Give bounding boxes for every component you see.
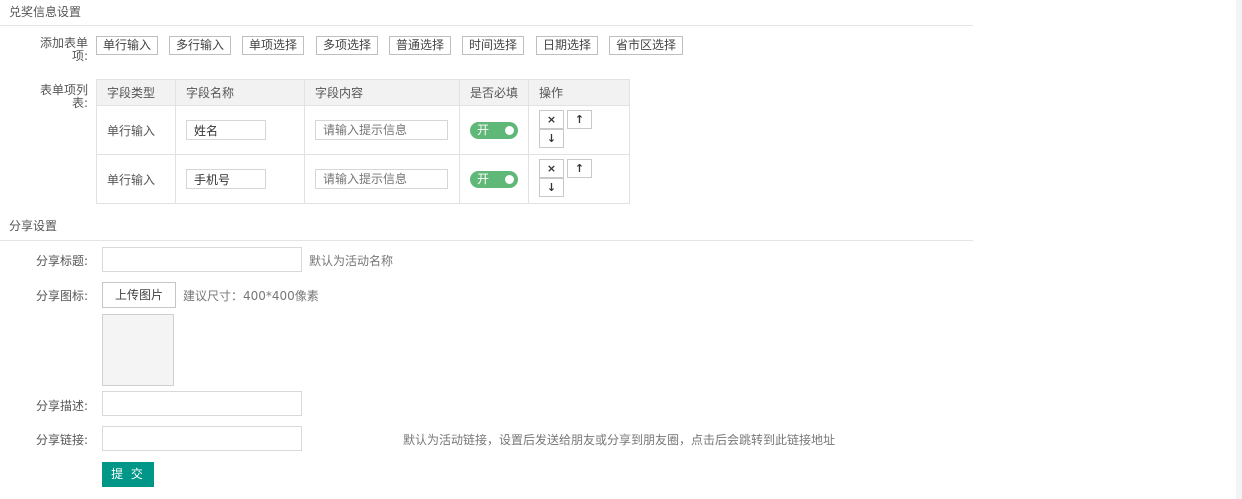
field-content-cell: [304, 105, 460, 155]
share-icon-hint: 建议尺寸：400*400像素: [183, 289, 319, 303]
submit-button[interactable]: 提 交: [102, 462, 154, 487]
share-title-hint: 默认为活动名称: [309, 254, 394, 268]
add-date-select-button[interactable]: 日期选择: [536, 36, 599, 55]
share-link-input[interactable]: [102, 426, 302, 451]
required-cell: 开: [459, 154, 529, 204]
add-time-select-button[interactable]: 时间选择: [462, 36, 525, 55]
delete-icon[interactable]: ×: [539, 159, 564, 178]
field-content-input[interactable]: [315, 169, 448, 189]
share-title-label: 分享标题:: [35, 254, 88, 268]
field-content-input[interactable]: [315, 120, 448, 140]
add-single-choice-button[interactable]: 单项选择: [242, 36, 305, 55]
add-multi-line-button[interactable]: 多行输入: [169, 36, 232, 55]
field-name-input[interactable]: [186, 169, 266, 189]
header-field-name: 字段名称: [175, 79, 305, 106]
icon-preview-image: [102, 314, 174, 386]
upload-image-button[interactable]: 上传图片: [102, 282, 176, 308]
section-divider: [0, 25, 973, 26]
share-title-input[interactable]: [102, 247, 302, 272]
required-toggle[interactable]: 开: [470, 170, 518, 188]
toggle-label: 开: [477, 171, 490, 186]
move-down-icon[interactable]: ↓: [539, 129, 564, 148]
actions-cell: × ↑ ↓: [528, 105, 630, 155]
add-form-item-label: 添加表单项:: [39, 36, 88, 63]
add-normal-select-button[interactable]: 普通选择: [389, 36, 452, 55]
actions-cell: × ↑ ↓: [528, 154, 630, 204]
share-desc-input[interactable]: [102, 391, 302, 416]
table-row: 单行输入 开 × ↑ ↓: [96, 105, 630, 155]
share-icon-label: 分享图标:: [35, 289, 88, 303]
field-type-cell: 单行输入: [96, 154, 176, 204]
required-toggle[interactable]: 开: [470, 121, 518, 139]
field-name-cell: [175, 105, 305, 155]
prize-section-title: 兑奖信息设置: [9, 5, 82, 19]
field-content-cell: [304, 154, 460, 204]
move-up-icon[interactable]: ↑: [567, 110, 592, 129]
form-fields-table: 字段类型 字段名称 字段内容 是否必填 操作 单行输入 开 × ↑ ↓: [96, 79, 630, 204]
add-region-select-button[interactable]: 省市区选择: [609, 36, 684, 55]
section-divider: [0, 240, 973, 241]
header-actions: 操作: [528, 79, 630, 106]
header-field-content: 字段内容: [304, 79, 460, 106]
share-link-hint: 默认为活动链接，设置后发送给朋友或分享到朋友圈，点击后会跳转到此链接地址: [403, 433, 836, 447]
delete-icon[interactable]: ×: [539, 110, 564, 129]
table-header-row: 字段类型 字段名称 字段内容 是否必填 操作: [96, 79, 630, 106]
header-required: 是否必填: [459, 79, 529, 106]
move-down-icon[interactable]: ↓: [539, 178, 564, 197]
field-type-cell: 单行输入: [96, 105, 176, 155]
toggle-label: 开: [477, 122, 490, 137]
toggle-knob: [505, 125, 514, 135]
toggle-knob: [505, 174, 514, 184]
share-link-label: 分享链接:: [35, 433, 88, 447]
field-name-input[interactable]: [186, 120, 266, 140]
share-desc-label: 分享描述:: [35, 399, 88, 413]
share-section-title: 分享设置: [9, 219, 58, 233]
table-row: 单行输入 开 × ↑ ↓: [96, 154, 630, 204]
field-name-cell: [175, 154, 305, 204]
add-single-line-button[interactable]: 单行输入: [96, 36, 159, 55]
header-field-type: 字段类型: [96, 79, 176, 106]
required-cell: 开: [459, 105, 529, 155]
form-list-label: 表单项列表:: [39, 83, 88, 110]
add-multi-choice-button[interactable]: 多项选择: [316, 36, 379, 55]
move-up-icon[interactable]: ↑: [567, 159, 592, 178]
page-right-edge: [1236, 0, 1242, 499]
